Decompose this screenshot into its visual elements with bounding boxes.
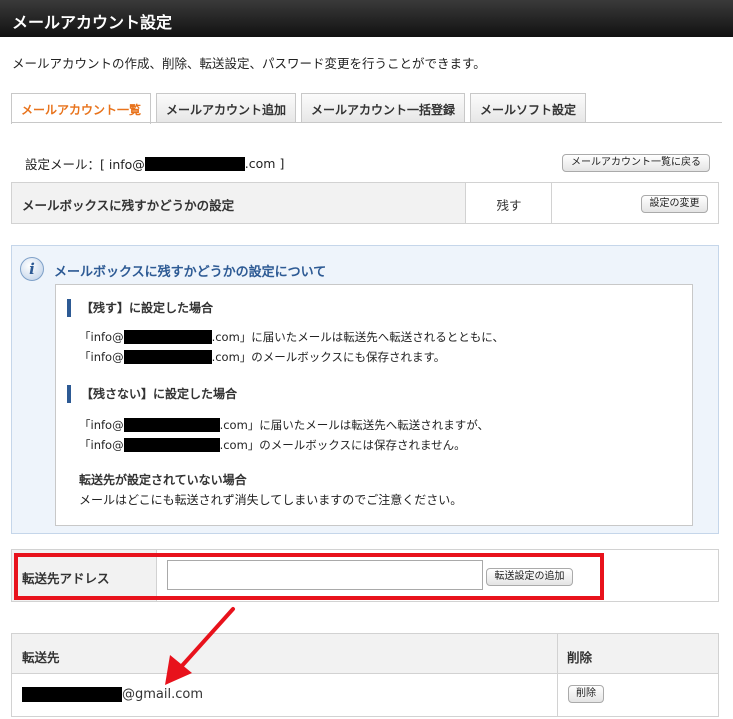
setting-mail-suffix: .com ]	[244, 156, 285, 171]
info-icon: i	[20, 257, 44, 281]
change-setting-button[interactable]: 設定の変更	[641, 195, 708, 213]
keep-line-1-prefix: 「info@	[79, 330, 124, 344]
tab-account-list[interactable]: メールアカウント一覧	[11, 93, 152, 124]
nokeep-line-1-suffix: .com」に届いたメールは転送先へ転送されますが、	[219, 418, 490, 432]
redacted-block	[123, 438, 220, 452]
table-row: @gmail.com	[22, 687, 203, 702]
keep-heading: 【残す】に設定した場合	[67, 299, 213, 317]
redacted-block	[123, 350, 212, 364]
mailbox-setting-label: メールボックスに残すかどうかの設定	[12, 183, 466, 223]
tab-account-add[interactable]: メールアカウント追加	[156, 93, 297, 123]
nokeep-line-2: 「info@ .com」のメールボックスには保存されません。	[79, 437, 466, 453]
nokeep-line-1-prefix: 「info@	[79, 418, 124, 432]
forward-list-table: 転送先 削除 @gmail.com	[11, 633, 719, 717]
nokeep-heading: 【残さない】に設定した場合	[67, 385, 237, 403]
keep-line-2-prefix: 「info@	[79, 350, 124, 364]
tab-mail-software[interactable]: メールソフト設定	[470, 93, 587, 123]
nokeep-line-1: 「info@ .com」に届いたメールは転送先へ転送されますが、	[79, 417, 489, 433]
forward-address: @gmail.com	[122, 687, 204, 702]
keep-line-1-suffix: .com」に届いたメールは転送先へ転送されるとともに、	[211, 330, 504, 344]
tab-account-bulk[interactable]: メールアカウント一括登録	[301, 93, 466, 123]
info-title: メールボックスに残すかどうかの設定について	[54, 265, 327, 280]
forward-list-header: 転送先 削除	[12, 634, 718, 674]
keep-line-2: 「info@ .com」のメールボックスにも保存されます。	[79, 349, 445, 365]
info-content: 【残す】に設定した場合 「info@ .com」に届いたメールは転送先へ転送され…	[55, 284, 693, 526]
no-forward-text: メールはどこにも転送されず消失してしまいますのでご注意ください。	[79, 493, 463, 507]
col-delete: 削除	[567, 650, 593, 665]
setting-mail-address: 設定メール：[ info@ .com ]	[25, 154, 284, 173]
back-to-list-button[interactable]: メールアカウント一覧に戻る	[562, 154, 710, 172]
mailbox-setting-row: メールボックスに残すかどうかの設定 残す	[11, 182, 719, 224]
page-title: メールアカウント設定	[0, 0, 733, 37]
col-forward-dest: 転送先	[22, 650, 60, 665]
nokeep-line-2-prefix: 「info@	[79, 438, 124, 452]
redacted-block	[123, 418, 220, 432]
highlight-frame	[14, 553, 604, 600]
column-divider	[557, 634, 558, 716]
setting-mail-prefix: 設定メール：[ info@	[25, 157, 145, 172]
mailbox-setting-value: 残す	[467, 183, 552, 223]
nokeep-line-2-suffix: .com」のメールボックスには保存されません。	[219, 438, 466, 452]
redacted-block	[123, 330, 212, 344]
info-panel: i メールボックスに残すかどうかの設定について 【残す】に設定した場合 「inf…	[11, 245, 719, 534]
keep-line-1: 「info@ .com」に届いたメールは転送先へ転送されるとともに、	[79, 329, 504, 345]
tab-bar: メールアカウント一覧 メールアカウント追加 メールアカウント一括登録 メールソフ…	[11, 93, 591, 124]
no-forward-heading: 転送先が設定されていない場合	[79, 473, 247, 487]
tab-divider	[11, 122, 722, 123]
keep-line-2-suffix: .com」のメールボックスにも保存されます。	[211, 350, 446, 364]
page-description: メールアカウントの作成、削除、転送設定、パスワード変更を行うことができます。	[12, 56, 486, 71]
redacted-block	[22, 687, 122, 702]
redacted-block	[144, 156, 245, 171]
delete-button[interactable]: 削除	[568, 685, 604, 703]
